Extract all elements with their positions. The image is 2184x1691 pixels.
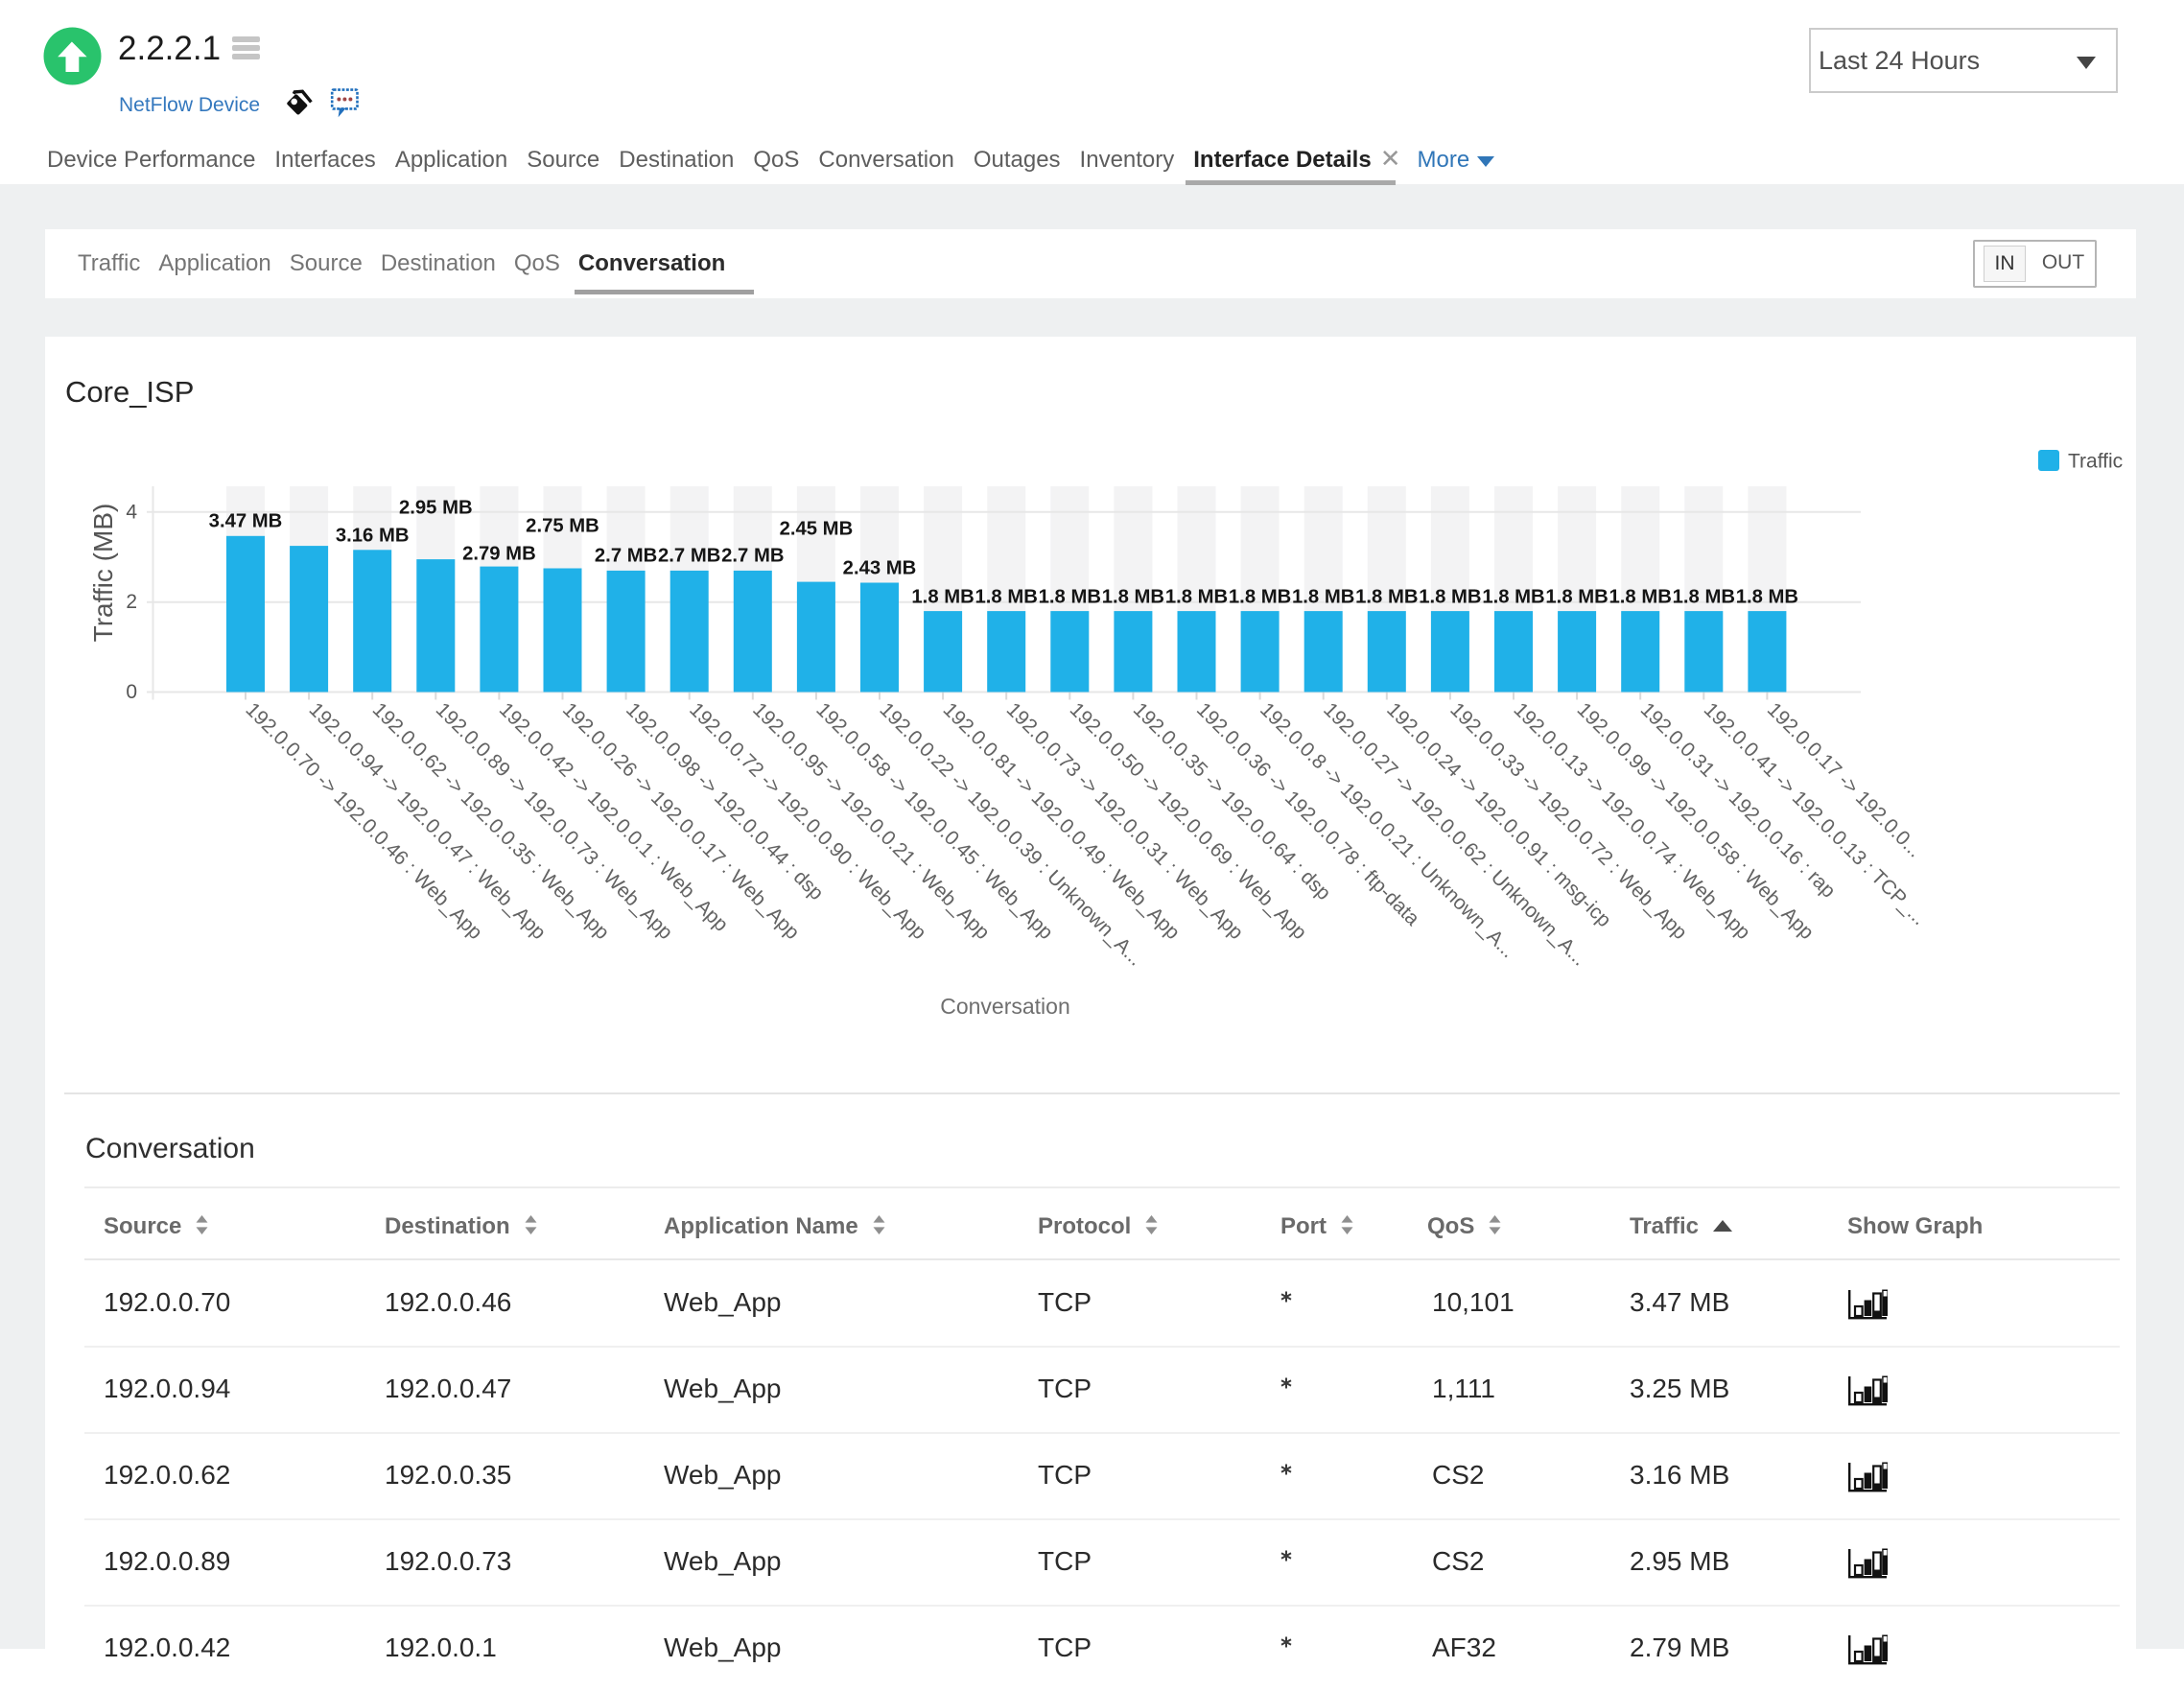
svg-text:192.0.0.99 -> 192.0.0.58 : Web: 192.0.0.99 -> 192.0.0.58 : Web_App <box>1573 698 1819 944</box>
svg-text:2: 2 <box>126 591 137 613</box>
svg-text:192.0.0.42 -> 192.0.0.1 : Web_: 192.0.0.42 -> 192.0.0.1 : Web_App <box>495 698 733 936</box>
svg-text:192.0.0.24 -> 192.0.0.91 : msg: 192.0.0.24 -> 192.0.0.91 : msg-icp <box>1382 698 1615 931</box>
svg-text:2.95 MB: 2.95 MB <box>399 498 473 519</box>
svg-text:0: 0 <box>126 681 137 703</box>
svg-text:192.0.0.70 -> 192.0.0.46 : Web: 192.0.0.70 -> 192.0.0.46 : Web_App <box>241 698 486 944</box>
svg-text:2.75 MB: 2.75 MB <box>526 516 599 537</box>
svg-text:1.8 MB: 1.8 MB <box>1102 587 1164 608</box>
svg-text:2.79 MB: 2.79 MB <box>462 544 536 565</box>
svg-text:1.8 MB: 1.8 MB <box>1292 587 1354 608</box>
svg-text:1.8 MB: 1.8 MB <box>1736 587 1798 608</box>
svg-text:2.45 MB: 2.45 MB <box>780 519 854 540</box>
svg-text:1.8 MB: 1.8 MB <box>1482 587 1544 608</box>
svg-text:1.8 MB: 1.8 MB <box>1673 587 1735 608</box>
svg-text:1.8 MB: 1.8 MB <box>1419 587 1481 608</box>
svg-text:192.0.0.13 -> 192.0.0.74 : Web: 192.0.0.13 -> 192.0.0.74 : Web_App <box>1509 698 1754 944</box>
svg-text:4: 4 <box>126 501 137 523</box>
svg-text:Conversation: Conversation <box>940 994 1070 1019</box>
svg-text:192.0.0.94 -> 192.0.0.47 : Web: 192.0.0.94 -> 192.0.0.47 : Web_App <box>305 698 551 944</box>
svg-text:192.0.0.62 -> 192.0.0.35 : Web: 192.0.0.62 -> 192.0.0.35 : Web_App <box>368 698 614 944</box>
svg-text:192.0.0.50 -> 192.0.0.69 : Web: 192.0.0.50 -> 192.0.0.69 : Web_App <box>1066 698 1311 944</box>
svg-text:3.16 MB: 3.16 MB <box>336 526 410 547</box>
svg-text:192.0.0.33 -> 192.0.0.72 : Web: 192.0.0.33 -> 192.0.0.72 : Web_App <box>1445 698 1691 944</box>
svg-text:1.8 MB: 1.8 MB <box>1545 587 1608 608</box>
svg-text:1.8 MB: 1.8 MB <box>911 587 974 608</box>
svg-text:192.0.0.95 -> 192.0.0.21 : Web: 192.0.0.95 -> 192.0.0.21 : Web_App <box>748 698 994 944</box>
svg-text:2.43 MB: 2.43 MB <box>843 558 917 579</box>
svg-text:2.7 MB: 2.7 MB <box>721 546 784 567</box>
svg-text:1.8 MB: 1.8 MB <box>1039 587 1101 608</box>
svg-text:192.0.0.73 -> 192.0.0.31 : Web: 192.0.0.73 -> 192.0.0.31 : Web_App <box>1002 698 1248 944</box>
svg-text:192.0.0.72 -> 192.0.0.90 : Web: 192.0.0.72 -> 192.0.0.90 : Web_App <box>685 698 930 944</box>
svg-text:Traffic: Traffic <box>2068 451 2123 473</box>
svg-text:1.8 MB: 1.8 MB <box>1609 587 1672 608</box>
svg-text:Traffic (MB): Traffic (MB) <box>88 504 118 643</box>
svg-text:3.47 MB: 3.47 MB <box>209 511 283 532</box>
svg-text:192.0.0.26 -> 192.0.0.17 : Web: 192.0.0.26 -> 192.0.0.17 : Web_App <box>558 698 804 944</box>
svg-text:192.0.0.58 -> 192.0.0.45 : Web: 192.0.0.58 -> 192.0.0.45 : Web_App <box>811 698 1057 944</box>
svg-text:1.8 MB: 1.8 MB <box>1355 587 1418 608</box>
svg-text:192.0.0.81 -> 192.0.0.49 : Web: 192.0.0.81 -> 192.0.0.49 : Web_App <box>939 698 1185 944</box>
svg-text:192.0.0.89 -> 192.0.0.73 : Web: 192.0.0.89 -> 192.0.0.73 : Web_App <box>432 698 677 944</box>
svg-text:1.8 MB: 1.8 MB <box>1165 587 1228 608</box>
svg-text:1.8 MB: 1.8 MB <box>975 587 1038 608</box>
svg-text:2.7 MB: 2.7 MB <box>595 546 657 567</box>
svg-text:192.0.0.41 -> 192.0.0.13 : TCP: 192.0.0.41 -> 192.0.0.13 : TCP_... <box>1700 698 1931 929</box>
svg-text:2.7 MB: 2.7 MB <box>658 546 720 567</box>
svg-text:192.0.0.36 -> 192.0.0.78 : ftp: 192.0.0.36 -> 192.0.0.78 : ftp-data <box>1192 698 1423 929</box>
svg-text:1.8 MB: 1.8 MB <box>1229 587 1291 608</box>
